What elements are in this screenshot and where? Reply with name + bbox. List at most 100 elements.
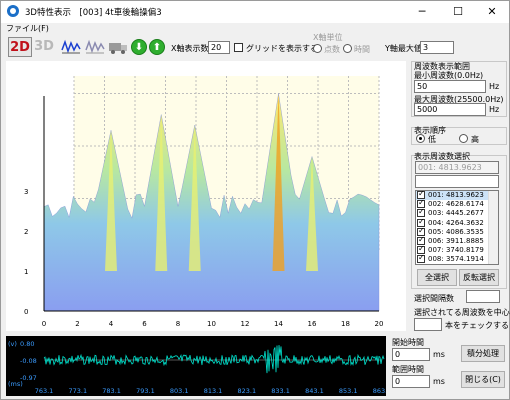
order-high-label: 高 (471, 135, 479, 144)
x-tick-label: 0 (42, 320, 46, 328)
xunit-label: X軸単位 (313, 33, 343, 42)
spectrum-3d-svg: 0 2 4 6 8 10 12 14 16 18 200123 (24, 76, 384, 328)
truck-icon[interactable] (106, 37, 128, 57)
y-tick-label: 0 (24, 308, 28, 316)
invert-select-button[interactable]: 反転選択 (459, 269, 499, 286)
wave-line (43, 345, 385, 374)
wave-x-tick: 763.1 (35, 387, 54, 395)
freq-item-label: 008: 3574.1914 (428, 255, 484, 264)
window-title: 3D特性表示 [003] 4t車後輪操偏3 (25, 8, 162, 18)
range-time-input[interactable]: 0 (392, 375, 430, 388)
freq-item-label: 003: 4445.2677 (428, 209, 484, 218)
arrow-down-icon[interactable]: ⬇ (131, 39, 147, 55)
freq-list-item[interactable]: 002: 4628.6174 (416, 198, 498, 209)
main-window: 3D特性表示 [003] 4t車後輪操偏3 ─ ☐ ✕ ファイル(F) 2D 3… (0, 0, 510, 400)
ymax-input[interactable]: 3 (420, 41, 454, 54)
min-freq-unit: Hz (489, 82, 500, 91)
view-2d-button[interactable]: 2D (8, 37, 32, 57)
max-freq-unit: Hz (489, 105, 500, 114)
freq-item-label: 001: 4813.9623 (428, 191, 484, 199)
order-high-radio[interactable] (459, 134, 468, 143)
freq-list-items: 001: 4813.9623002: 4628.6174003: 4445.26… (416, 191, 498, 266)
range-time-label: 範囲時間 (392, 365, 424, 374)
waveform-svg: (v)(ms)0.80-0.08-0.97763.1 773.1 783.1 793.… (8, 340, 391, 395)
x-tick-label: 16 (308, 320, 317, 328)
range-time-unit: ms (433, 377, 445, 386)
menu-file[interactable]: ファイル(F) (6, 23, 49, 34)
wave-y-tick: -0.08 (20, 357, 37, 365)
xunit-point-label: 点数 (324, 45, 340, 54)
wave-x-tick: 803.1 (170, 387, 189, 395)
xaxis-count-label: X軸表示数 (171, 44, 209, 53)
x-tick-label: 12 (241, 320, 250, 328)
freq-item-label: 004: 4264.3632 (428, 218, 484, 227)
title-bar: 3D特性表示 [003] 4t車後輪操偏3 ─ ☐ ✕ (1, 1, 509, 23)
toolbar: 2D 3D ⬇ ⬆ X軸表示数 20 グリッドを表示する X軸単位 点数 時間 … (1, 33, 509, 59)
order-low-radio[interactable] (416, 134, 425, 143)
x-tick-label: 6 (142, 320, 147, 328)
wave-x-tick: 863.1 (373, 387, 386, 395)
wave-x-tick: 793.1 (136, 387, 155, 395)
view-3d-button[interactable]: 3D (33, 37, 55, 57)
interval-label: 選択間隔数 (414, 294, 454, 303)
wave-x-tick: 823.1 (237, 387, 256, 395)
freq-list-scrollbar[interactable] (488, 191, 498, 264)
spectrum-3d-chart: 0 2 4 6 8 10 12 14 16 18 20 0 1 2 3 (6, 61, 406, 331)
xunit-point-radio[interactable] (313, 44, 322, 53)
xunit-time-label: 時間 (354, 45, 370, 54)
x-tick-label: 18 (341, 320, 350, 328)
integrate-button[interactable]: 積分処理 (461, 345, 505, 362)
grid-label: グリッドを表示する (246, 44, 318, 53)
xaxis-count-input[interactable]: 20 (208, 41, 230, 54)
x-tick-label: 2 (75, 320, 79, 328)
xunit-time-radio[interactable] (343, 44, 352, 53)
y-tick-label: 2 (24, 228, 28, 236)
wave-x-tick: 853.1 (339, 387, 358, 395)
freq-list-item[interactable]: 009: 3412.2590 (418, 263, 484, 266)
freq-list-item[interactable]: 006: 3911.8885 (416, 235, 498, 246)
freq-item-label: 005: 4086.3535 (428, 227, 484, 236)
freq-list[interactable]: 001: 4813.9623002: 4628.6174003: 4445.26… (415, 190, 499, 265)
maximize-button[interactable]: ☐ (441, 1, 475, 23)
select-all-button[interactable]: 全選択 (417, 269, 457, 286)
x-tick-label: 20 (375, 320, 384, 328)
freq-item-checkbox[interactable] (418, 263, 425, 265)
center-label: 選択されてる周波数を中心に (414, 308, 510, 317)
center-count-input[interactable] (414, 318, 442, 331)
interval-input[interactable] (466, 290, 500, 303)
arrow-up-icon[interactable]: ⬆ (149, 39, 165, 55)
wave-x-tick: 773.1 (68, 387, 87, 395)
close-window-button[interactable]: ✕ (475, 1, 509, 23)
waveform-gray-icon[interactable] (83, 37, 105, 57)
waveform-blue-icon[interactable] (59, 37, 81, 57)
freq-dropdown[interactable]: 001: 4813.9623 (415, 161, 499, 174)
wave-y-tick: 0.80 (20, 340, 34, 348)
ymax-label: Y軸最大値 (385, 44, 422, 53)
wave-x-tick: 813.1 (204, 387, 223, 395)
start-time-unit: ms (433, 350, 445, 359)
minimize-button[interactable]: ─ (405, 1, 439, 23)
freq-list-item[interactable]: 004: 4264.3632 (416, 217, 498, 228)
freq-item-label: 007: 3740.8179 (428, 246, 484, 255)
wave-y-unit: (v) (8, 340, 17, 348)
freq-list-item[interactable]: 007: 3740.8179 (416, 244, 498, 255)
max-freq-input[interactable]: 5000 (414, 103, 486, 116)
freq-list-item[interactable]: 005: 4086.3535 (416, 226, 498, 237)
freq-filter-input[interactable] (415, 175, 499, 188)
freq-list-item[interactable]: 008: 3574.1914 (416, 253, 498, 264)
menu-bar: ファイル(F) (1, 23, 509, 35)
waveform-chart: (v) (ms) 0.80 -0.08 -0.97 763.1 773.1 783.1 793.… (6, 336, 391, 396)
x-tick-label: 10 (207, 320, 216, 328)
wave-y-tick: -0.97 (20, 374, 37, 382)
y-tick-label: 1 (24, 268, 28, 276)
freq-item-label: 006: 3911.8885 (428, 236, 484, 245)
wave-x-tick: 843.1 (305, 387, 324, 395)
start-time-input[interactable]: 0 (392, 348, 430, 361)
close-button[interactable]: 閉じる(C) (461, 371, 505, 388)
grid-checkbox[interactable] (234, 43, 243, 52)
freq-list-item[interactable]: 001: 4813.9623 (416, 191, 498, 201)
min-freq-input[interactable]: 50 (414, 80, 486, 93)
wave-x-tick: 833.1 (271, 387, 290, 395)
freq-list-item[interactable]: 003: 4445.2677 (416, 207, 498, 218)
freq-item-label: 009: 3412.2590 (428, 265, 484, 266)
